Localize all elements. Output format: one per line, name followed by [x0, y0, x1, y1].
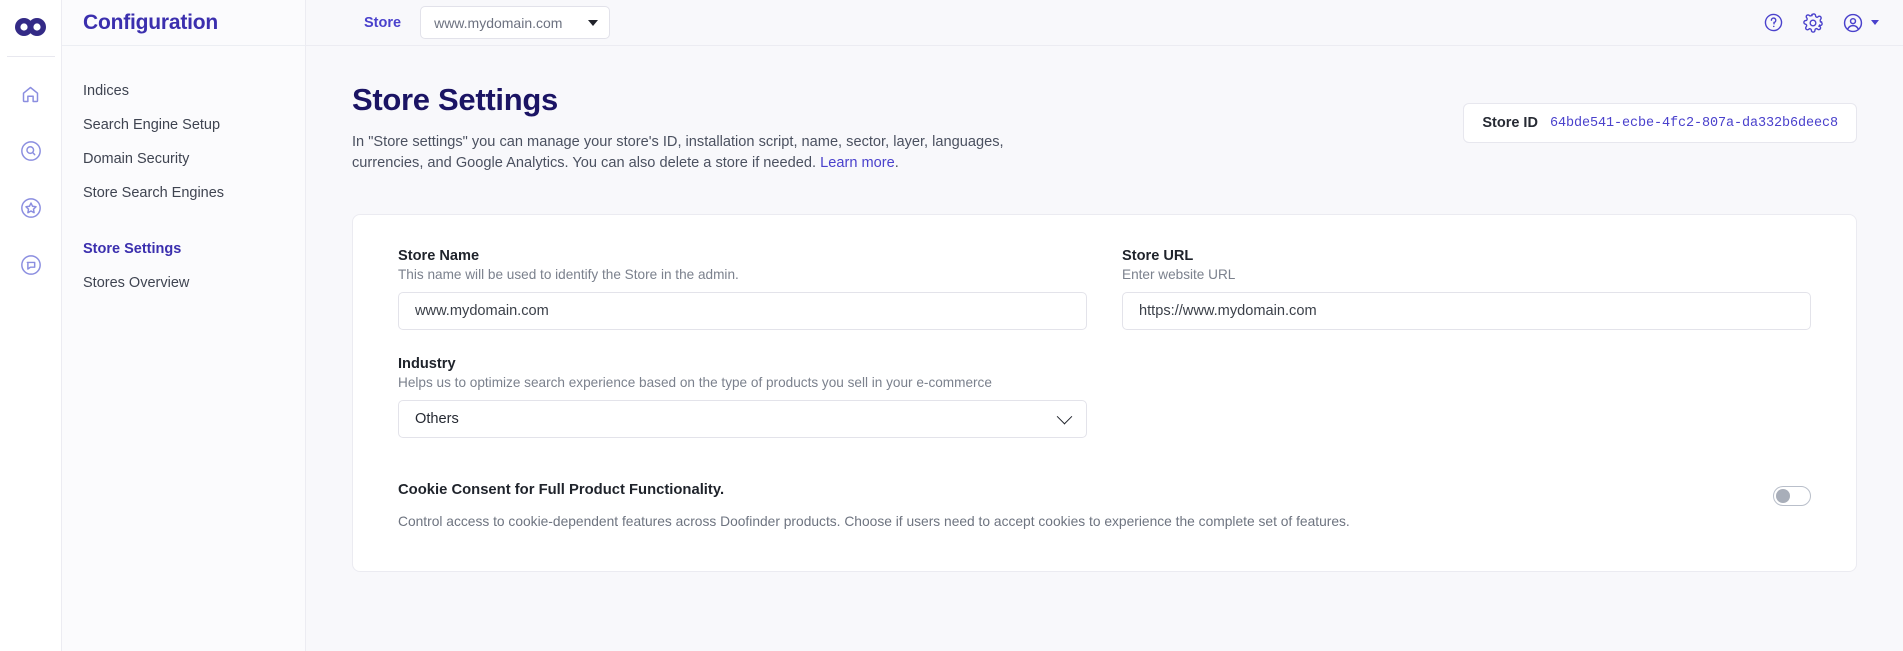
field-store-name: Store Name This name will be used to ide…: [398, 248, 1087, 330]
cookie-consent-section: Cookie Consent for Full Product Function…: [398, 482, 1811, 531]
store-name-input[interactable]: [398, 292, 1087, 330]
page-description-period: .: [894, 155, 899, 171]
industry-hint: Helps us to optimize search experience b…: [398, 375, 992, 390]
form-column-left: Store Name This name will be used to ide…: [398, 248, 1087, 464]
home-icon[interactable]: [16, 79, 46, 109]
store-name-label: Store Name: [398, 248, 480, 264]
search-circle-icon-glyph: [20, 141, 41, 161]
rail-icon-list: [0, 79, 61, 280]
store-url-label: Store URL: [1122, 248, 1194, 264]
store-selector-label: Store: [364, 14, 402, 31]
gear-icon[interactable]: [1802, 12, 1824, 34]
content-area: Store Settings In "Store settings" you c…: [306, 46, 1903, 651]
cookie-consent-text: Cookie Consent for Full Product Function…: [398, 482, 1350, 531]
chevron-down-icon: [588, 19, 599, 26]
question-circle-icon[interactable]: [1763, 12, 1784, 33]
cookie-consent-title: Cookie Consent for Full Product Function…: [398, 482, 725, 498]
store-url-hint: Enter website URL: [1122, 267, 1236, 282]
app-root: Configuration Indices Search Engine Setu…: [0, 0, 1903, 651]
sidebar-item-search-engine-setup[interactable]: Search Engine Setup: [62, 108, 305, 142]
account-menu[interactable]: [1842, 12, 1879, 34]
sidebar-item-stores-overview[interactable]: Stores Overview: [62, 266, 305, 300]
page-description: In "Store settings" you can manage your …: [352, 132, 1042, 174]
doofinder-infinity-logo[interactable]: [0, 0, 61, 48]
configuration-header: Configuration: [62, 0, 305, 46]
sidebar-item-store-settings[interactable]: Store Settings: [62, 232, 305, 266]
chat-circle-icon-glyph: [20, 255, 41, 275]
doofinder-infinity-logo-glyph: [14, 18, 46, 36]
store-name-hint: This name will be used to identify the S…: [398, 267, 739, 282]
industry-select[interactable]: Others: [398, 400, 1087, 438]
search-circle-icon[interactable]: [16, 136, 46, 166]
icon-rail: [0, 0, 62, 651]
industry-selected-value: Others: [415, 411, 459, 427]
sidebar-group-divider: [62, 210, 305, 232]
sidebar-item-store-search-engines[interactable]: Store Search Engines: [62, 176, 305, 210]
page-header: Store Settings In "Store settings" you c…: [352, 82, 1857, 174]
sidebar-item-domain-security[interactable]: Domain Security: [62, 142, 305, 176]
chevron-down-icon-industry: [1056, 408, 1073, 424]
store-selector-value: www.mydomain.com: [434, 14, 563, 31]
form-row-1: Store Name This name will be used to ide…: [398, 248, 1811, 464]
topbar-actions: [1763, 12, 1879, 34]
page-description-text: In "Store settings" you can manage your …: [352, 134, 1004, 171]
learn-more-link[interactable]: Learn more: [820, 155, 895, 171]
chat-circle-icon[interactable]: [16, 250, 46, 280]
store-selector-dropdown[interactable]: www.mydomain.com: [420, 6, 611, 39]
home-icon-glyph: [22, 86, 39, 102]
form-column-right: Store URL Enter website URL: [1122, 248, 1811, 464]
field-industry: Industry Helps us to optimize search exp…: [398, 356, 1087, 438]
page-title: Store Settings: [352, 82, 558, 117]
user-circle-icon: [1843, 13, 1863, 32]
cookie-consent-toggle-knob: [1775, 488, 1790, 503]
rail-divider: [6, 56, 55, 57]
page-header-text: Store Settings In "Store settings" you c…: [352, 82, 1042, 174]
cookie-consent-description: Control access to cookie-dependent featu…: [398, 514, 1350, 529]
star-circle-icon-glyph: [20, 198, 41, 218]
star-circle-icon[interactable]: [16, 193, 46, 223]
gear-icon-glyph: [1803, 12, 1823, 33]
main-region: Store www.mydomain.com Store Settings In…: [306, 0, 1903, 651]
store-settings-card: Store Name This name will be used to ide…: [352, 214, 1857, 573]
sidebar-item-indices[interactable]: Indices: [62, 74, 305, 108]
topbar: Store www.mydomain.com: [306, 0, 1903, 46]
page-title-configuration: Configuration: [83, 10, 219, 34]
question-circle-icon-glyph: [1764, 13, 1783, 32]
store-id-value[interactable]: 64bde541-ecbe-4fc2-807a-da332b6deec8: [1550, 116, 1838, 131]
chevron-down-icon-account: [1871, 20, 1879, 25]
store-url-input[interactable]: [1122, 292, 1811, 330]
store-id-label: Store ID: [1482, 115, 1538, 131]
cookie-consent-toggle[interactable]: [1773, 486, 1811, 506]
field-store-url: Store URL Enter website URL: [1122, 248, 1811, 330]
configuration-nav: Indices Search Engine Setup Domain Secur…: [62, 46, 305, 300]
configuration-sidebar: Configuration Indices Search Engine Setu…: [62, 0, 306, 651]
industry-label: Industry: [398, 356, 456, 372]
store-id-badge: Store ID 64bde541-ecbe-4fc2-807a-da332b6…: [1463, 103, 1857, 143]
